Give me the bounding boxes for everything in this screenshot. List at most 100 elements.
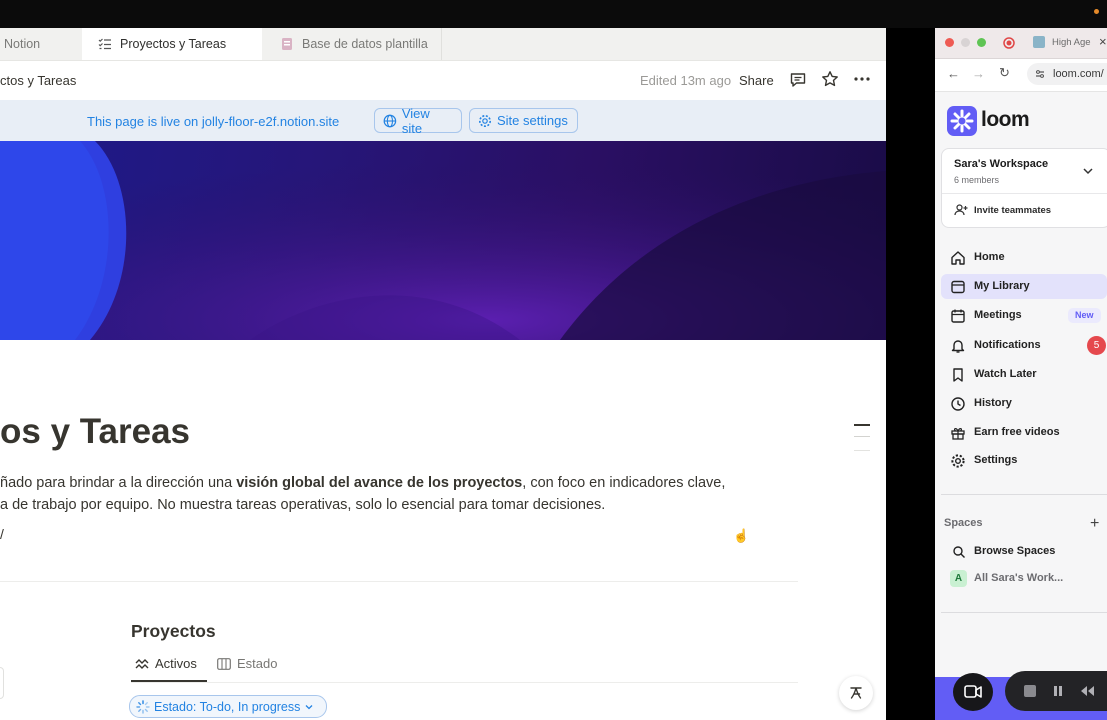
nav-item-history[interactable]: History: [941, 391, 1107, 416]
browser-tab-strip: Notion Proyectos y Tareas Base de datos …: [0, 28, 886, 61]
stop-icon[interactable]: [1023, 684, 1037, 698]
site-settings-button[interactable]: Site settings: [469, 108, 578, 133]
tab-notion[interactable]: Notion: [0, 28, 86, 60]
tab-base-de-datos[interactable]: Base de datos plantilla: [262, 28, 442, 60]
add-space-icon[interactable]: +: [1090, 515, 1099, 533]
view-site-button[interactable]: View site: [374, 105, 462, 136]
star-icon[interactable]: [821, 70, 839, 88]
browser-tab-title[interactable]: High Age: [1052, 37, 1091, 48]
gear-icon: [479, 114, 491, 127]
divider: [941, 494, 1107, 495]
checklist-icon: [98, 38, 111, 50]
notification-count-badge: 5: [1087, 336, 1106, 355]
bookmark-icon: [953, 368, 963, 382]
chevron-down-icon[interactable]: [1082, 165, 1094, 177]
pause-icon[interactable]: [1052, 684, 1064, 698]
view-tab-label: Activos: [155, 656, 197, 671]
close-window-button[interactable]: [945, 38, 954, 47]
breadcrumb[interactable]: ctos y Tareas: [0, 73, 76, 88]
live-site-text[interactable]: This page is live on jolly-floor-e2f.not…: [87, 114, 339, 129]
page-cover-image[interactable]: [0, 141, 886, 340]
nav-item-notifications[interactable]: Notifications 5: [941, 333, 1107, 358]
address-bar: ← → ↻ loom.com/: [935, 59, 1107, 92]
rewind-icon[interactable]: [1079, 684, 1095, 698]
database-icon: [282, 38, 292, 50]
new-badge: New: [1068, 308, 1101, 323]
database-title[interactable]: Proyectos: [131, 621, 216, 642]
nav-label: My Library: [974, 280, 1030, 292]
comment-icon[interactable]: [789, 71, 807, 89]
edited-timestamp: Edited 13m ago: [640, 73, 732, 88]
nav-item-my-library[interactable]: My Library: [941, 274, 1107, 299]
table-of-contents-icon[interactable]: [854, 424, 870, 454]
add-user-icon: [954, 204, 968, 216]
workspace-card[interactable]: Sara's Workspace 6 members Invite teamma…: [941, 148, 1107, 228]
video-camera-icon: [964, 685, 982, 698]
clock-icon: [951, 397, 965, 411]
nav-label: Home: [974, 251, 1005, 263]
minimize-window-button[interactable]: [961, 38, 970, 47]
nav-item-watch-later[interactable]: Watch Later: [941, 362, 1107, 387]
maximize-window-button[interactable]: [977, 38, 986, 47]
tab-label: Base de datos plantilla: [302, 37, 428, 51]
calendar-icon: [951, 309, 965, 323]
site-settings-label: Site settings: [497, 113, 568, 128]
recording-controls: [1005, 671, 1107, 711]
loading-spinner-icon: [136, 699, 150, 714]
workspace-members: 6 members: [954, 175, 1000, 185]
site-live-banner: This page is live on jolly-floor-e2f.not…: [0, 100, 886, 141]
filter-chip-label: Estado: To-do, In progress: [154, 699, 301, 714]
tab-label: Notion: [4, 37, 41, 51]
site-settings-icon[interactable]: [1034, 68, 1046, 80]
nav-item-settings[interactable]: Settings: [941, 448, 1107, 473]
nav-label: Notifications: [974, 339, 1041, 351]
share-button[interactable]: Share: [739, 73, 774, 88]
nav-item-meetings[interactable]: Meetings New: [941, 303, 1107, 328]
loom-logo-icon[interactable]: [947, 106, 977, 136]
view-tab-estado[interactable]: Estado: [217, 656, 277, 671]
nav-item-browse-spaces[interactable]: Browse Spaces: [941, 539, 1107, 564]
tab-favicon: [1033, 36, 1045, 48]
tab-close-icon[interactable]: ×: [1099, 34, 1107, 49]
description-line-2: a de trabajo por equipo. No muestra tare…: [0, 497, 606, 513]
tab-label: Proyectos y Tareas: [120, 37, 227, 51]
gift-icon: [951, 428, 965, 440]
tab-proyectos-y-tareas[interactable]: Proyectos y Tareas: [82, 28, 262, 60]
notion-ai-button[interactable]: [839, 676, 873, 710]
loom-browser-window: High Age × ← → ↻ loom.com/ loom Sara's W…: [935, 28, 1107, 720]
globe-icon: [383, 114, 397, 127]
notion-ai-icon: [850, 687, 862, 699]
view-tab-activos[interactable]: Activos: [135, 656, 197, 671]
nav-item-earn-free-videos[interactable]: Earn free videos: [941, 420, 1107, 445]
camera-record-button[interactable]: [953, 673, 993, 711]
description-text: ñado para brindar a la dirección una: [0, 475, 237, 491]
record-icon[interactable]: [1003, 37, 1015, 49]
divider: [941, 612, 1107, 613]
filter-chip[interactable]: Estado: To-do, In progress: [129, 695, 328, 718]
board-icon: [217, 657, 231, 670]
nav-label: Browse Spaces: [974, 545, 1056, 557]
collapsed-panel-edge[interactable]: [0, 667, 4, 699]
os-top-bar: [0, 0, 1107, 28]
forward-icon[interactable]: →: [972, 66, 985, 81]
nav-item-home[interactable]: Home: [941, 245, 1107, 270]
reload-icon[interactable]: ↻: [999, 65, 1010, 81]
chevron-down-icon: [305, 704, 313, 709]
divider: [0, 581, 798, 582]
nav-label: All Sara's Work...: [974, 572, 1064, 584]
description-bold: visión global del avance de los proyecto…: [236, 475, 523, 491]
description-line-1: ñado para brindar a la dirección una vis…: [0, 475, 725, 491]
page-header-bar: ctos y Tareas Edited 13m ago Share: [0, 61, 886, 101]
description-text: , con foco en indicadores clave,: [522, 475, 726, 491]
url-text: loom.com/: [1053, 68, 1104, 80]
view-site-label: View site: [401, 105, 430, 136]
back-icon[interactable]: ←: [947, 66, 960, 81]
more-options-icon[interactable]: [853, 70, 871, 88]
hand-cursor-icon: ☝: [733, 528, 750, 543]
invite-teammates-button[interactable]: Invite teammates: [974, 205, 1051, 216]
recording-indicator: [1094, 9, 1099, 14]
text-block[interactable]: /: [0, 526, 4, 542]
page-title[interactable]: os y Tareas: [0, 412, 190, 452]
gear-icon: [951, 454, 965, 468]
nav-item-all-saras-workspace[interactable]: A All Sara's Work...: [941, 566, 1107, 591]
